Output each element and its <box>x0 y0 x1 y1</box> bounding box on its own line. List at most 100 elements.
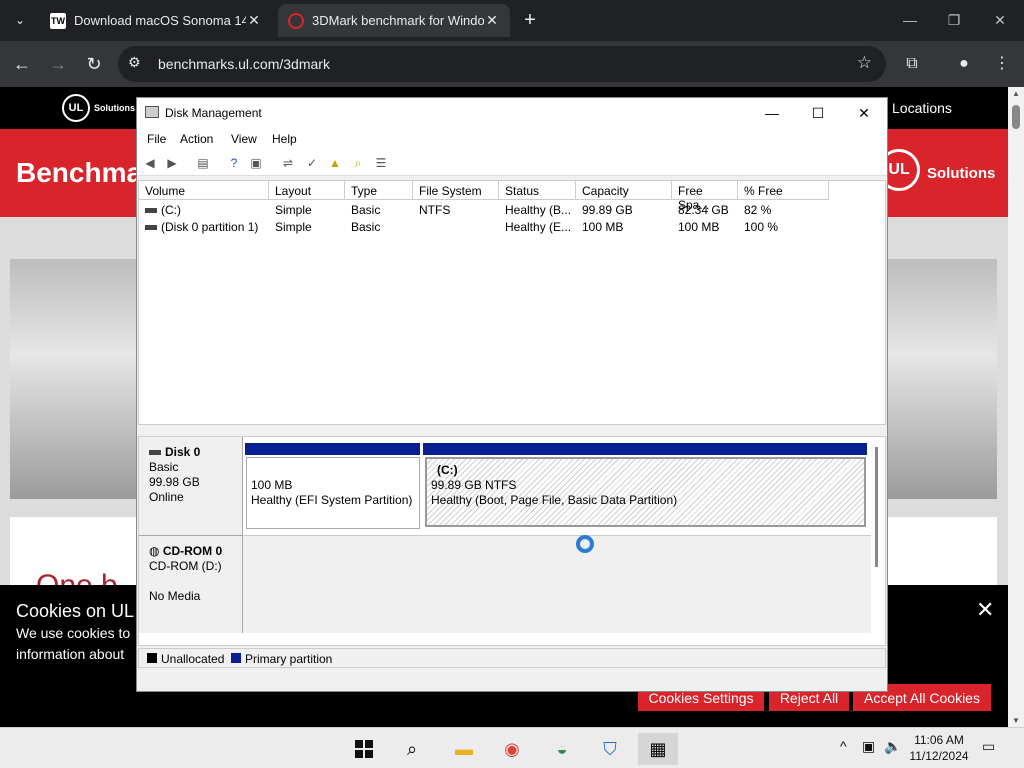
cell-free: 100 MB <box>678 220 720 234</box>
new-tab-button[interactable]: + <box>518 8 542 32</box>
tab-close-icon[interactable]: ✕ <box>484 12 500 29</box>
cell-pct: 82 % <box>744 203 772 217</box>
profile-icon[interactable]: ● <box>950 50 978 78</box>
cookie-close-icon[interactable]: ✕ <box>976 597 994 623</box>
menu-file[interactable]: File <box>147 132 166 146</box>
disk0-name-text: Disk 0 <box>165 445 201 459</box>
browser-toolbar: ← → ↻ ⚙ benchmarks.ul.com/3dmark ☆ ⧉ ● ⋮ <box>0 41 1024 87</box>
back-icon[interactable]: ◀ <box>142 155 158 171</box>
site-settings-icon[interactable]: ⚙ <box>128 54 141 71</box>
defender-shield-icon[interactable]: ⛉ <box>590 733 630 765</box>
taskbar: ⌕ ▬ ◉ ◒ ⛉ ▦ ^ ▣ 🔈 11:06 AM 11/12/2024 ▭ <box>0 727 1024 768</box>
list-icon[interactable]: ☰ <box>373 155 389 171</box>
show-hidden-icons-icon[interactable]: ^ <box>840 738 847 754</box>
clock[interactable]: 11:06 AM 11/12/2024 <box>904 732 974 764</box>
column-header-free-space[interactable]: Free Spa... <box>672 181 738 212</box>
column-header-layout[interactable]: Layout <box>269 181 345 200</box>
cell-pct: 100 % <box>744 220 779 234</box>
start-button[interactable] <box>344 733 384 765</box>
tab-close-icon[interactable]: ✕ <box>246 12 262 29</box>
back-arrow-icon[interactable]: ← <box>8 50 36 78</box>
cookie-text: We use cookies to <box>16 625 131 641</box>
search-icon[interactable]: ⌕ <box>392 733 432 765</box>
volume-muted-icon[interactable]: 🔈 <box>884 738 901 755</box>
partition-c[interactable]: (C:) 99.89 GB NTFS Healthy (Boot, Page F… <box>425 457 866 527</box>
partition-size: 100 MB <box>251 478 293 492</box>
column-header-pct-free[interactable]: % Free <box>738 181 829 200</box>
network-icon[interactable]: ▣ <box>862 738 875 755</box>
disk0-label[interactable]: Disk 0 Basic 99.98 GB Online <box>139 437 243 535</box>
scroll-down-icon[interactable]: ▼ <box>1012 716 1020 725</box>
cell-fs: NTFS <box>419 203 451 217</box>
forward-icon[interactable]: ▶ <box>164 155 180 171</box>
help-icon[interactable]: ? <box>226 155 242 171</box>
menu-help[interactable]: Help <box>272 132 297 146</box>
file-explorer-icon[interactable]: ▬ <box>444 733 484 765</box>
column-header-volume[interactable]: Volume <box>139 181 269 200</box>
cdrom0-drive: CD-ROM (D:) <box>149 559 222 573</box>
edge-icon[interactable]: ◒ <box>542 733 582 765</box>
folder-search-icon[interactable]: ⌕ <box>350 155 366 171</box>
ul-logo-icon[interactable]: UL <box>62 94 90 122</box>
minimize-icon[interactable]: — <box>749 102 795 124</box>
volume-name: (C:) <box>161 203 181 217</box>
cdrom0-label[interactable]: ◍ CD-ROM 0 CD-ROM (D:) No Media <box>139 535 243 633</box>
nav-locations[interactable]: Locations <box>892 100 952 116</box>
address-bar[interactable]: ⚙ benchmarks.ul.com/3dmark ☆ <box>118 46 886 82</box>
partition-efi[interactable]: 100 MB Healthy (EFI System Partition) <box>246 457 420 529</box>
menu-kebab-icon[interactable]: ⋮ <box>988 50 1016 78</box>
tab-title: Download macOS Sonoma 14 I... <box>74 13 246 28</box>
close-icon[interactable]: ✕ <box>841 102 887 124</box>
minimize-icon[interactable]: — <box>890 6 930 34</box>
tab-3dmark[interactable]: 3DMark benchmark for Windows ✕ <box>278 4 510 37</box>
time: 11:06 AM <box>914 733 964 747</box>
partition-status: Healthy (EFI System Partition) <box>251 493 413 507</box>
cell-capacity: 99.89 GB <box>582 203 633 217</box>
column-header-capacity[interactable]: Capacity <box>576 181 672 200</box>
partition-status: Healthy (Boot, Page File, Basic Data Par… <box>431 493 678 507</box>
partition-bar-c <box>423 443 867 455</box>
scroll-thumb[interactable] <box>1012 105 1020 129</box>
check-icon[interactable]: ✓ <box>304 155 320 171</box>
reload-icon[interactable]: ↻ <box>80 50 108 78</box>
bookmark-star-icon[interactable]: ☆ <box>857 53 872 73</box>
page-scrollbar[interactable]: ▲ ▼ <box>1008 87 1024 727</box>
disk-management-taskbar-icon[interactable]: ▦ <box>638 733 678 765</box>
properties-pane-icon[interactable]: ▤ <box>195 155 211 171</box>
forward-arrow-icon[interactable]: → <box>44 50 72 78</box>
extensions-icon[interactable]: ⧉ <box>898 50 926 78</box>
folder-up-icon[interactable]: ▲ <box>327 155 343 171</box>
window-titlebar[interactable]: Disk Management — ☐ ✕ <box>137 98 887 128</box>
disk-view-scrollbar[interactable] <box>875 447 878 567</box>
disk0-name: Disk 0 <box>149 445 232 460</box>
column-header-type[interactable]: Type <box>345 181 413 200</box>
cookie-title: Cookies on UL S <box>16 601 151 621</box>
tab-title: 3DMark benchmark for Windows <box>312 13 484 28</box>
column-header-status[interactable]: Status <box>499 181 576 200</box>
cell-type: Basic <box>351 203 381 217</box>
cell-status: Healthy (B... <box>505 203 572 217</box>
restore-icon[interactable]: ❐ <box>934 6 974 34</box>
menu-action[interactable]: Action <box>180 132 213 146</box>
legend-primary: Primary partition <box>245 652 333 666</box>
maximize-icon[interactable]: ☐ <box>795 102 841 124</box>
connect-icon[interactable]: ⇌ <box>280 155 296 171</box>
cdrom0-area <box>243 535 871 633</box>
drive-icon <box>145 225 157 231</box>
scroll-up-icon[interactable]: ▲ <box>1012 89 1020 98</box>
column-header-file-system[interactable]: File System <box>413 181 499 200</box>
chrome-icon[interactable]: ◉ <box>492 733 532 765</box>
notifications-icon[interactable]: ▭ <box>982 738 995 755</box>
console-icon[interactable]: ▣ <box>248 155 264 171</box>
partition-size: 99.89 GB NTFS <box>431 478 517 492</box>
disk-graphical-view: Disk 0 Basic 99.98 GB Online 100 MB Heal… <box>138 436 886 646</box>
menu-view[interactable]: View <box>231 132 257 146</box>
tab-macos-sonoma[interactable]: TW Download macOS Sonoma 14 I... ✕ <box>40 4 272 37</box>
ul-favicon-icon <box>288 12 304 29</box>
partition-bar-efi <box>245 443 420 455</box>
browser-tabstrip: ⌄ TW Download macOS Sonoma 14 I... ✕ 3DM… <box>0 0 1024 41</box>
tab-search-chevron-icon[interactable]: ⌄ <box>8 8 32 32</box>
cell-volume: (C:) <box>139 203 269 217</box>
date: 11/12/2024 <box>909 749 969 763</box>
close-window-icon[interactable]: ✕ <box>980 6 1020 34</box>
